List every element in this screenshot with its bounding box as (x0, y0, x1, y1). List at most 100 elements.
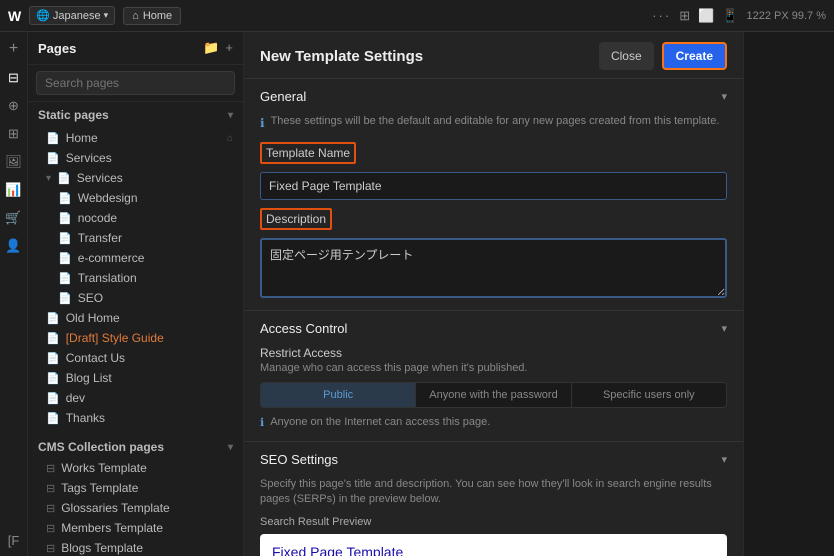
access-control-section: Access Control ▾ Restrict Access Manage … (244, 311, 743, 442)
more-options-icon[interactable]: ··· (652, 8, 671, 23)
nav-item-nocode[interactable]: 📄 nocode (28, 208, 243, 228)
template-icon: ⊟ (46, 462, 55, 475)
cms-section-header[interactable]: CMS Collection pages ▾ (28, 432, 243, 458)
page-icon: 📄 (46, 312, 60, 325)
nav-item-services1[interactable]: 📄 Services (28, 148, 243, 168)
home-tab[interactable]: ⌂ Home (123, 7, 181, 25)
tab-public[interactable]: Public (261, 383, 415, 407)
tab-password[interactable]: Anyone with the password (415, 383, 571, 407)
assets-icon[interactable]: 🖼 (5, 154, 22, 170)
seo-settings-header[interactable]: SEO Settings ▾ (244, 442, 743, 477)
pages-icon[interactable]: ⊟ (8, 70, 19, 86)
nav-item-home[interactable]: 📄 Home ⌂ (28, 128, 243, 148)
search-input[interactable] (36, 71, 235, 95)
access-tabs: Public Anyone with the password Specific… (260, 382, 727, 408)
page-icon: 📄 (57, 172, 71, 185)
expand-icon: ▾ (46, 173, 51, 184)
create-button[interactable]: Create (662, 42, 727, 70)
new-folder-icon[interactable]: 📁 (203, 40, 219, 56)
seo-description: Specify this page's title and descriptio… (260, 477, 727, 508)
page-icon: 📄 (58, 232, 72, 245)
sidebar: Pages 📁 + Static pages ▾ 📄 Home ⌂ 📄 Ser (28, 32, 244, 556)
flag-icon: 🌐 (36, 9, 50, 22)
nav-item-works-template[interactable]: ⊟ Works Template (28, 458, 243, 478)
seo-preview-title: Fixed Page Template (272, 544, 403, 556)
page-icon: 📄 (58, 292, 72, 305)
static-pages-section-header[interactable]: Static pages ▾ (28, 102, 243, 128)
home-icon: ⌂ (132, 10, 139, 22)
restrict-access-label: Restrict Access (260, 346, 727, 360)
nav-item-old-home[interactable]: 📄 Old Home (28, 308, 243, 328)
nav-item-webdesign[interactable]: 📄 Webdesign (28, 188, 243, 208)
tab-specific-users[interactable]: Specific users only (572, 383, 726, 407)
description-textarea[interactable] (260, 238, 727, 298)
nav-item-thanks[interactable]: 📄 Thanks (28, 408, 243, 428)
page-icon: 📄 (58, 252, 72, 265)
page-icon: 📄 (58, 212, 72, 225)
seo-settings-section: SEO Settings ▾ Specify this page's title… (244, 442, 743, 556)
coords-display: 1222 PX 99.7 % (746, 10, 826, 22)
left-toolbar: + ⊟ ⊕ ⊞ 🖼 📊 🛒 👤 [F (0, 32, 28, 556)
chevron-down-icon: ▾ (228, 110, 233, 121)
description-label: Description (260, 208, 332, 230)
close-button[interactable]: Close (599, 42, 654, 70)
page-icon: 📄 (46, 372, 60, 385)
seo-preview-box: Fixed Page Template (260, 534, 727, 556)
sidebar-header: Pages 📁 + (28, 32, 243, 65)
nav-item-draft-style-guide[interactable]: 📄 [Draft] Style Guide (28, 328, 243, 348)
nav-item-glossaries-template[interactable]: ⊟ Glossaries Template (28, 498, 243, 518)
layout-icon[interactable]: ⊞ (679, 8, 690, 24)
nav-item-tags-template[interactable]: ⊟ Tags Template (28, 478, 243, 498)
template-name-input[interactable] (260, 172, 727, 200)
chevron-down-icon: ▾ (721, 453, 727, 466)
info-icon: ℹ (260, 115, 265, 132)
add-icon[interactable]: + (9, 40, 18, 58)
page-icon: 📄 (46, 132, 60, 145)
nav-item-services2[interactable]: ▾ 📄 Services (28, 168, 243, 188)
users-icon[interactable]: 👤 (5, 238, 21, 254)
search-result-preview-label: Search Result Preview (260, 516, 727, 528)
nav-item-translation[interactable]: 📄 Translation (28, 268, 243, 288)
cms-icon[interactable]: 📊 (5, 182, 21, 198)
mobile-icon[interactable]: 📱 (722, 8, 738, 24)
nav-item-seo[interactable]: 📄 SEO (28, 288, 243, 308)
chevron-down-icon: ▾ (228, 442, 233, 453)
sidebar-title: Pages (38, 41, 76, 56)
ecommerce-icon[interactable]: 🛒 (5, 210, 21, 226)
access-note: Anyone on the Internet can access this p… (270, 416, 490, 428)
language-selector[interactable]: 🌐 Japanese ▾ (29, 6, 115, 25)
access-control-header[interactable]: Access Control ▾ (244, 311, 743, 346)
template-icon: ⊟ (46, 542, 55, 555)
bracket-icon[interactable]: [F (8, 533, 20, 548)
layers-icon[interactable]: ⊕ (8, 98, 19, 114)
page-icon: 📄 (46, 412, 60, 425)
page-icon: 📄 (46, 392, 60, 405)
nav-item-blog-list[interactable]: 📄 Blog List (28, 368, 243, 388)
nav-item-transfer[interactable]: 📄 Transfer (28, 228, 243, 248)
tablet-icon[interactable]: ⬜ (698, 8, 714, 24)
new-page-icon[interactable]: + (225, 40, 233, 56)
restrict-access-desc: Manage who can access this page when it'… (260, 362, 727, 374)
page-icon: 📄 (58, 192, 72, 205)
search-container (28, 65, 243, 102)
home-badge-icon: ⌂ (227, 133, 233, 144)
general-info-text: These settings will be the default and e… (271, 114, 720, 129)
nav-item-blogs-template[interactable]: ⊟ Blogs Template (28, 538, 243, 556)
chevron-down-icon: ▾ (721, 322, 727, 335)
webflow-logo: W (8, 8, 21, 24)
chevron-down-icon: ▾ (721, 90, 727, 103)
settings-panel: New Template Settings Close Create Gener… (244, 32, 744, 556)
page-icon: 📄 (46, 352, 60, 365)
components-icon[interactable]: ⊞ (8, 126, 19, 142)
template-name-label: Template Name (260, 142, 356, 164)
chevron-down-icon: ▾ (104, 10, 109, 21)
nav-item-members-template[interactable]: ⊟ Members Template (28, 518, 243, 538)
general-section-header[interactable]: General ▾ (244, 79, 743, 114)
general-section: General ▾ ℹ These settings will be the d… (244, 79, 743, 311)
info-icon: ℹ (260, 416, 264, 429)
panel-title: New Template Settings (260, 48, 423, 65)
nav-item-contact-us[interactable]: 📄 Contact Us (28, 348, 243, 368)
nav-item-dev[interactable]: 📄 dev (28, 388, 243, 408)
template-icon: ⊟ (46, 482, 55, 495)
nav-item-ecommerce[interactable]: 📄 e-commerce (28, 248, 243, 268)
